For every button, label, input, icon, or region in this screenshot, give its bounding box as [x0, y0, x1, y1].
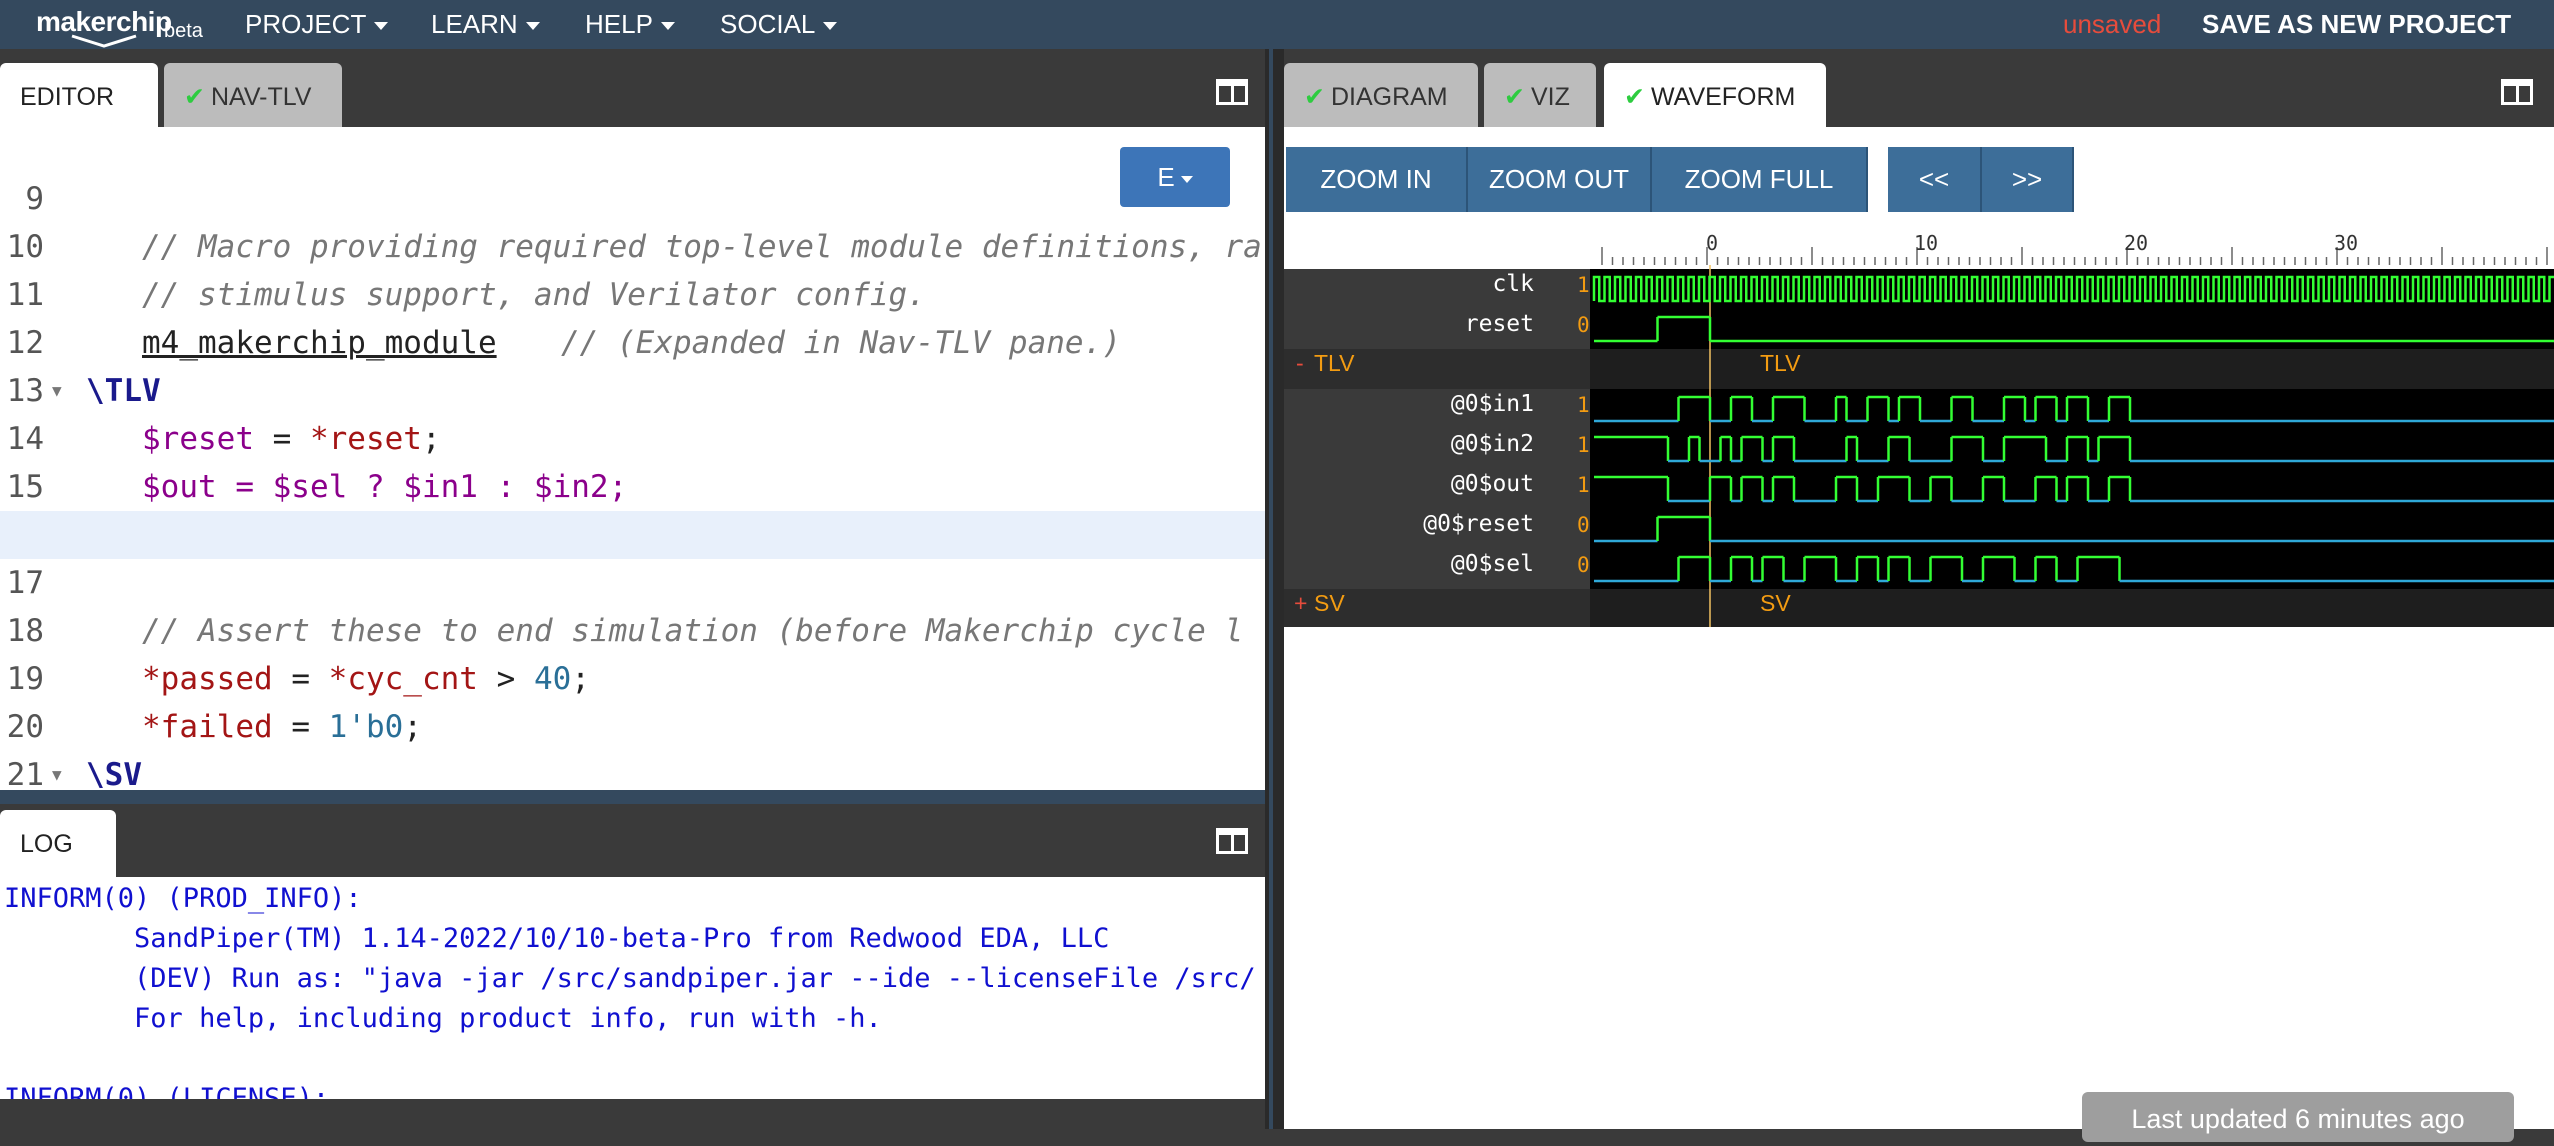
- signal-trace-bg: [1590, 589, 2554, 627]
- log-line: INFORM(0) (PROD_INFO):: [4, 883, 362, 914]
- vertical-splitter[interactable]: [1265, 49, 1284, 1129]
- tab-editor[interactable]: EDITOR: [0, 63, 158, 127]
- menu-social[interactable]: SOCIAL: [720, 0, 838, 49]
- timeline-label: 0: [1706, 231, 1719, 255]
- menu-learn[interactable]: LEARN: [431, 0, 540, 49]
- tab-waveform[interactable]: ✔ WAVEFORM: [1604, 63, 1826, 127]
- check-icon: ✔: [1304, 83, 1325, 111]
- code-line: 15 $out = $sel ? $in1 : $in2;: [6, 469, 628, 505]
- code-line: 18// Assert these to end simulation (bef…: [6, 613, 1244, 649]
- tab-viz[interactable]: ✔ VIZ: [1484, 63, 1596, 127]
- code-line: 9: [25, 181, 44, 217]
- code-line: 11// stimulus support, and Verilator con…: [6, 277, 926, 313]
- menu-project[interactable]: PROJECT: [245, 0, 389, 49]
- horizontal-splitter[interactable]: [0, 790, 1265, 804]
- code-line: 22endmodule: [0, 751, 1265, 790]
- code-editor[interactable]: 9 10// Macro providing required top-leve…: [0, 127, 1265, 790]
- zoom-out-button[interactable]: ZOOM OUT: [1468, 147, 1652, 212]
- signal-value: 1: [1577, 433, 1590, 457]
- code-line-current: 17: [0, 511, 1265, 601]
- signal-value: 1: [1577, 273, 1590, 297]
- scope-tag-sv: SV: [1760, 590, 1791, 616]
- chevron-down-icon: [660, 22, 675, 31]
- waveform-area[interactable]: 0 10 20 30 clk 1 reset 0 - TLV TLV @0$in…: [1284, 229, 2554, 627]
- collapse-scope-icon[interactable]: -: [1296, 350, 1304, 377]
- signal-name-in2[interactable]: @0$in2: [1284, 431, 1534, 457]
- chevron-down-icon: [374, 22, 389, 31]
- chevron-down-icon: [823, 22, 838, 31]
- viewer-tabbar: ✔ DIAGRAM ✔ VIZ ✔ WAVEFORM: [1284, 49, 2554, 127]
- waveform-viewer: ZOOM IN ZOOM OUT ZOOM FULL << >> 0 10 20…: [1284, 127, 2554, 1142]
- log-panel: INFORM(0) (PROD_INFO): SandPiper(TM) 1.1…: [0, 877, 1265, 1099]
- signal-name-sel[interactable]: @0$sel: [1284, 551, 1534, 577]
- code-line: 12 m4_makerchip_module // (Expanded in Na…: [0, 271, 1265, 361]
- check-icon: ✔: [1624, 83, 1645, 111]
- signal-trace-bg: [1590, 309, 2554, 349]
- logo-chip-icon: [71, 34, 137, 48]
- save-as-new-project-button[interactable]: SAVE AS NEW PROJECT: [2202, 0, 2511, 49]
- log-line: SandPiper(TM) 1.14-2022/10/10-beta-Pro f…: [4, 923, 1110, 954]
- code-line: 13 ▼ \TLV: [0, 319, 1265, 409]
- code-line: 14 $reset = *reset;: [6, 421, 441, 457]
- unsaved-status: unsaved: [2063, 9, 2162, 39]
- scroll-left-button[interactable]: <<: [1888, 147, 1982, 212]
- signal-value: 1: [1577, 473, 1590, 497]
- signal-value: 0: [1577, 313, 1590, 337]
- log-line: (DEV) Run as: "java -jar /src/sandpiper.…: [4, 963, 1256, 994]
- tab-log[interactable]: LOG: [0, 810, 116, 877]
- signal-value: 0: [1577, 513, 1590, 537]
- split-pane-icon[interactable]: [1216, 828, 1248, 854]
- menu-help[interactable]: HELP: [585, 0, 675, 49]
- code-line: 19 *passed = *cyc_cnt > 40;: [6, 661, 590, 697]
- timeline-label: 20: [2124, 231, 2149, 255]
- zoom-in-button[interactable]: ZOOM IN: [1286, 147, 1468, 212]
- split-pane-icon[interactable]: [1216, 79, 1248, 105]
- timeline-label: 30: [2334, 231, 2359, 255]
- signal-name-out[interactable]: @0$out: [1284, 471, 1534, 497]
- code-line: 21 ▼ \SV: [0, 703, 1265, 790]
- signal-trace-bg: [1590, 349, 2554, 389]
- editor-mode-dropdown[interactable]: E: [1120, 147, 1230, 207]
- chevron-down-icon: [525, 22, 540, 31]
- signal-value: 1: [1577, 393, 1590, 417]
- signal-name-reset-tlv[interactable]: @0$reset: [1284, 511, 1534, 537]
- log-line: For help, including product info, run wi…: [4, 1003, 882, 1034]
- signal-trace-bg: [1590, 429, 2554, 469]
- scope-sv[interactable]: SV: [1314, 590, 1345, 617]
- check-icon: ✔: [1504, 83, 1525, 111]
- expand-scope-icon[interactable]: +: [1294, 590, 1307, 617]
- signal-name-clk[interactable]: clk: [1284, 271, 1534, 297]
- log-line: INFORM(0) (LICENSE):: [4, 1083, 330, 1099]
- signal-name-in1[interactable]: @0$in1: [1284, 391, 1534, 417]
- code-line: 10// Macro providing required top-level …: [6, 229, 1262, 265]
- signal-name-reset[interactable]: reset: [1284, 311, 1534, 337]
- editor-tabbar: EDITOR ✔ NAV-TLV: [0, 49, 1265, 127]
- tab-nav-tlv[interactable]: ✔ NAV-TLV: [164, 63, 342, 127]
- makerchip-logo[interactable]: makerchip beta: [36, 2, 216, 48]
- top-navbar: makerchip beta PROJECT LEARN HELP SOCIAL…: [0, 0, 2554, 49]
- chevron-down-icon: [1180, 175, 1193, 183]
- signal-trace-bg: [1590, 389, 2554, 429]
- scope-tag-tlv: TLV: [1760, 350, 1801, 376]
- split-pane-icon[interactable]: [2501, 79, 2533, 105]
- tab-diagram[interactable]: ✔ DIAGRAM: [1284, 63, 1478, 127]
- check-icon: ✔: [184, 83, 205, 111]
- timeline-label: 10: [1914, 231, 1939, 255]
- scope-tlv[interactable]: TLV: [1314, 350, 1354, 377]
- signal-trace-bg: [1590, 509, 2554, 549]
- scroll-right-button[interactable]: >>: [1982, 147, 2074, 212]
- signal-trace-bg: [1590, 549, 2554, 589]
- last-updated-toast: Last updated 6 minutes ago: [2082, 1092, 2514, 1142]
- log-tabbar: LOG: [0, 804, 1265, 877]
- code-line: 16//...: [0, 463, 1265, 553]
- code-line: 20 *failed = 1'b0;: [6, 709, 422, 745]
- signal-trace-bg: [1590, 469, 2554, 509]
- logo-beta-badge: beta: [164, 20, 203, 42]
- signal-value: 0: [1577, 553, 1590, 577]
- zoom-full-button[interactable]: ZOOM FULL: [1652, 147, 1868, 212]
